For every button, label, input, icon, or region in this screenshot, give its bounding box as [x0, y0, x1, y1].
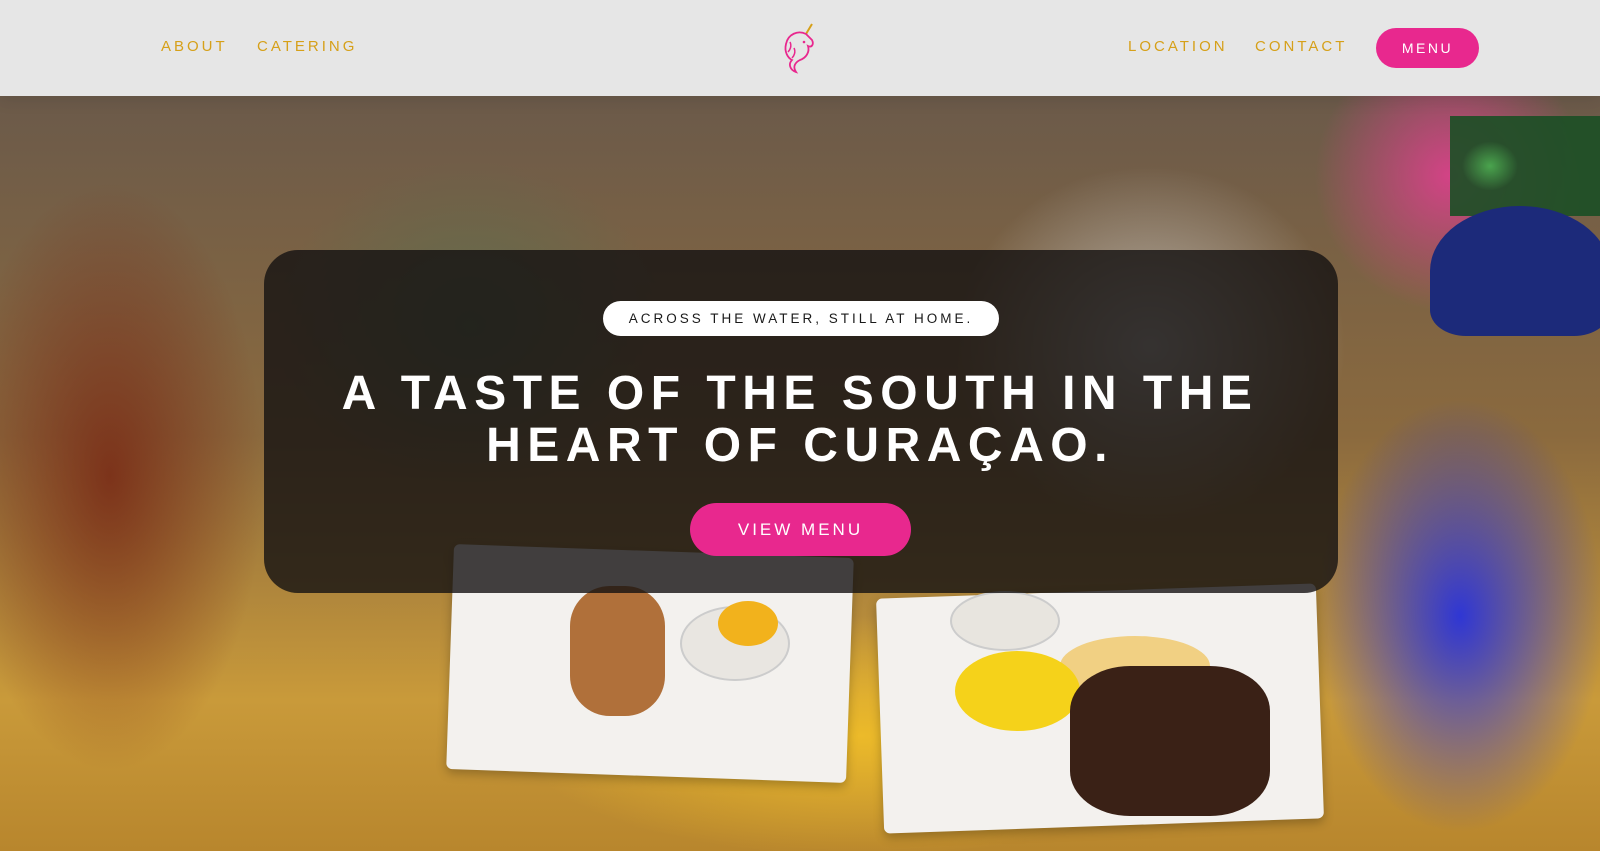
mac-cheese-left: [718, 601, 778, 646]
hero-background-photo: [0, 96, 1600, 851]
nav-link-catering[interactable]: CATERING: [257, 38, 357, 55]
logo-svg: [784, 23, 814, 74]
sunglasses-shape: [1450, 116, 1600, 216]
hero-headline-line1: A TASTE OF THE SOUTH IN THE: [341, 367, 1259, 420]
menu-button[interactable]: MENU: [1376, 28, 1479, 68]
food-roll: [570, 586, 665, 716]
hero-tagline-badge: ACROSS THE WATER, STILL AT HOME.: [603, 301, 999, 336]
mac-cheese-right: [955, 651, 1080, 731]
nav-link-contact[interactable]: CONTACT: [1255, 38, 1347, 55]
site-header: ABOUT CATERING LOCATION CONTACT MENU: [0, 0, 1600, 96]
braised-meat: [1070, 666, 1270, 816]
hero-headline: A TASTE OF THE SOUTH IN THE HEART OF CUR…: [300, 368, 1300, 472]
nav-link-location[interactable]: LOCATION: [1128, 38, 1228, 55]
side-cup-right: [950, 591, 1060, 651]
hero-headline-line2: HEART OF CURAÇAO.: [486, 419, 1114, 472]
nav-link-about[interactable]: ABOUT: [161, 38, 228, 55]
view-menu-button[interactable]: VIEW MENU: [690, 503, 911, 556]
bucket-hat-shape: [1430, 206, 1600, 336]
unicorn-head-icon[interactable]: [778, 20, 822, 76]
